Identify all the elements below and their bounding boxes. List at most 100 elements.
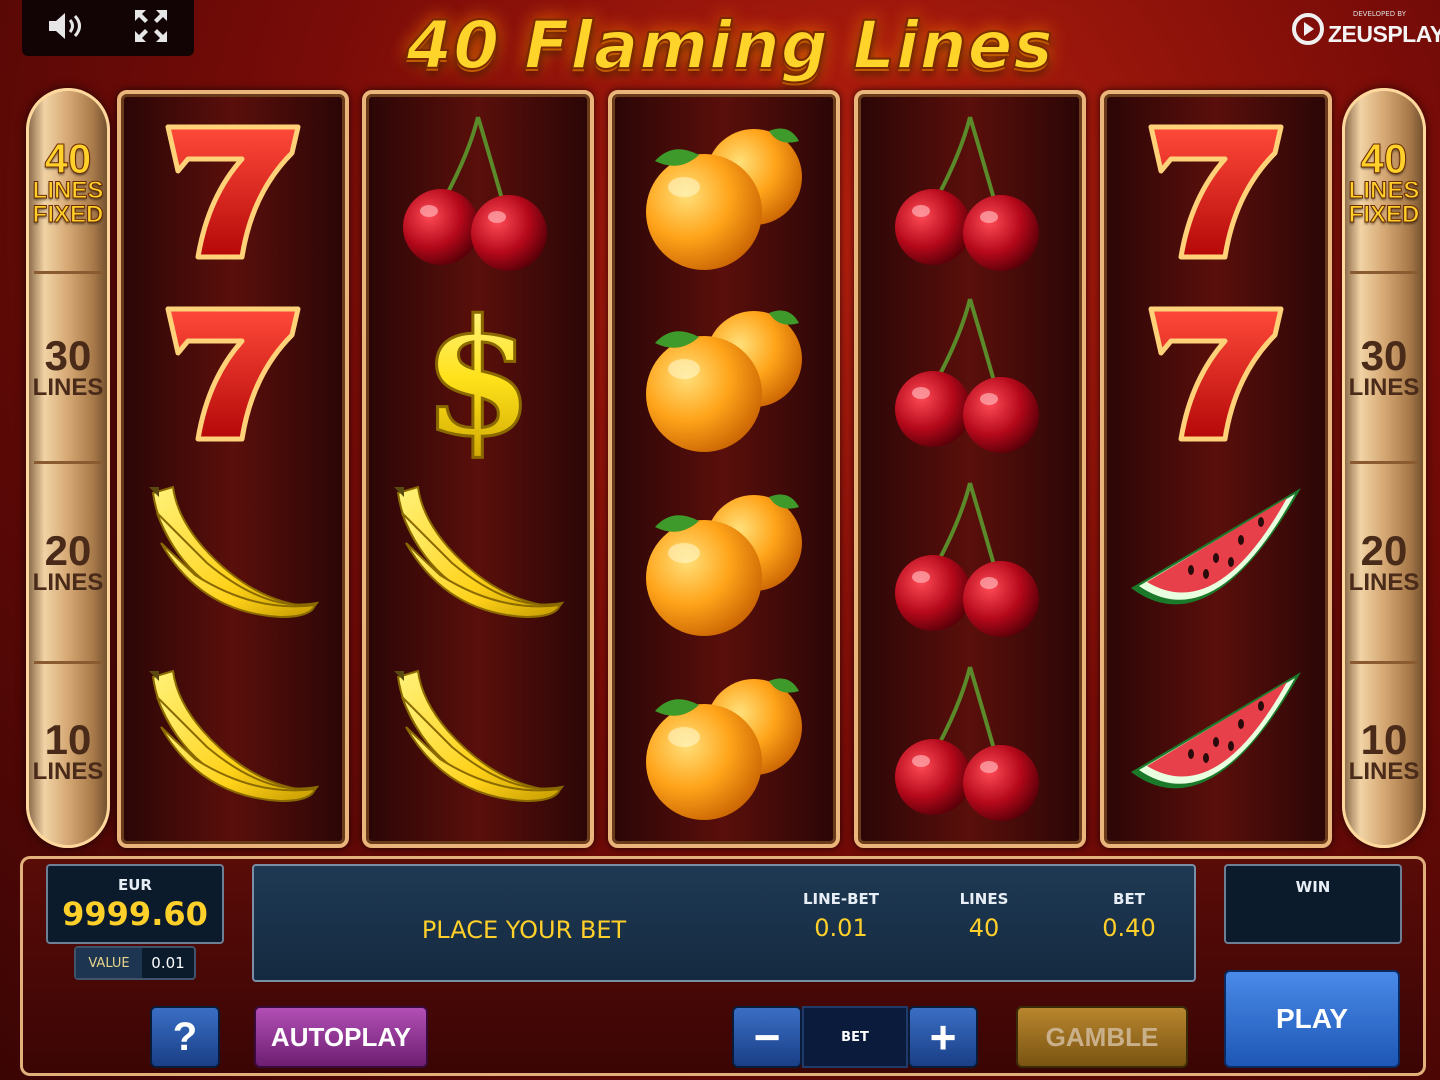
- lines-30-indicator: 30 LINES: [33, 274, 103, 464]
- cherry-icon: [885, 107, 1055, 281]
- balance-box: EUR 9999.60: [46, 864, 224, 944]
- lines-word: LINES: [1348, 176, 1420, 204]
- banana-icon: [143, 473, 323, 647]
- lines-number: 20: [44, 526, 92, 574]
- banana-icon: [143, 657, 323, 831]
- bet-value: 0.40: [1102, 914, 1156, 942]
- watermelon-symbol: [1104, 652, 1328, 836]
- cherry-symbol: [858, 468, 1082, 652]
- reel-1: [117, 90, 349, 848]
- cherry-icon: [393, 107, 563, 281]
- reel-2: $: [362, 90, 594, 848]
- fixed-word: FIXED: [1348, 200, 1420, 228]
- lines-number: 20: [1360, 526, 1408, 574]
- bet-stepper-label: BET: [802, 1006, 908, 1068]
- lines-40-indicator: 40 LINES FIXED: [1348, 94, 1420, 274]
- lines-30-indicator: 30 LINES: [1348, 274, 1420, 464]
- seven-symbol: [1104, 102, 1328, 286]
- lines-20-indicator: 20 LINES: [32, 464, 104, 664]
- lines-word: LINES: [32, 176, 104, 204]
- win-label: WIN: [1295, 878, 1331, 896]
- dollar-symbol: $: [366, 283, 590, 474]
- bet-increase-button[interactable]: +: [908, 1006, 978, 1068]
- seven-symbol: [121, 284, 345, 468]
- lines-word: LINES: [1348, 373, 1420, 401]
- lines-number: 40: [44, 134, 92, 182]
- lines-number: 10: [44, 716, 92, 763]
- fullscreen-icon: [133, 8, 169, 48]
- sound-button[interactable]: [22, 0, 108, 56]
- bet-label: BET: [1113, 890, 1145, 908]
- cherry-symbol: [858, 284, 1082, 468]
- lines-word: LINES: [1348, 758, 1420, 785]
- dollar-icon: $: [408, 283, 548, 474]
- fullscreen-button[interactable]: [108, 0, 194, 56]
- lines-40-indicator: 40 LINES FIXED: [32, 94, 104, 274]
- lines-word: LINES: [32, 758, 104, 785]
- seven-symbol: [1104, 284, 1328, 468]
- developer-caption: DEVELOPED BY: [1352, 10, 1406, 18]
- bet-decrease-button[interactable]: −: [732, 1006, 802, 1068]
- cherry-symbol: [858, 102, 1082, 286]
- orange-icon: [629, 289, 819, 463]
- orange-symbol: [612, 284, 836, 468]
- plus-icon: +: [929, 1011, 957, 1063]
- reel-4: [854, 90, 1086, 848]
- balance-amount: 9999.60: [62, 895, 208, 933]
- line-bet-label: LINE-BET: [802, 890, 880, 908]
- play-button[interactable]: PLAY: [1224, 970, 1400, 1068]
- cherry-symbol: [366, 102, 590, 286]
- lines-10-indicator: 10 LINES: [1348, 664, 1420, 840]
- autoplay-button[interactable]: AUTOPLAY: [254, 1006, 428, 1068]
- lines-indicator-left: 40 LINES FIXED 30 LINES 20 LINES 10 LINE…: [26, 88, 110, 848]
- lines-label: LINES: [959, 890, 1009, 908]
- help-button[interactable]: ?: [150, 1006, 220, 1068]
- seven-symbol: [121, 102, 345, 286]
- watermelon-symbol: [1104, 468, 1328, 652]
- cherry-icon: [885, 289, 1055, 463]
- svg-text:$: $: [422, 289, 533, 459]
- banana-icon: [388, 473, 568, 647]
- lines-indicator-right: 40 LINES FIXED 30 LINES 20 LINES 10 LINE…: [1342, 88, 1426, 848]
- zeusplay-logo-icon: [1292, 13, 1324, 49]
- lines-word: LINES: [1348, 568, 1420, 596]
- reel-5: [1100, 90, 1332, 848]
- lines-number: 30: [1360, 331, 1408, 379]
- orange-symbol: [612, 652, 836, 836]
- lines-10-indicator: 10 LINES: [32, 664, 104, 840]
- lines-number: 40: [1360, 134, 1408, 182]
- orange-symbol: [612, 468, 836, 652]
- banana-symbol: [366, 652, 590, 836]
- lines-word: LINES: [32, 568, 104, 596]
- gamble-button[interactable]: GAMBLE: [1016, 1006, 1188, 1068]
- seven-icon: [148, 289, 318, 463]
- banana-icon: [388, 657, 568, 831]
- banana-symbol: [366, 468, 590, 652]
- orange-symbol: [612, 102, 836, 286]
- orange-icon: [629, 107, 819, 281]
- game-title: 40 Flaming Lines: [405, 6, 1054, 85]
- seven-icon: [1131, 107, 1301, 281]
- watermelon-icon: [1121, 662, 1311, 826]
- banana-symbol: [121, 468, 345, 652]
- lines-20-indicator: 20 LINES: [1348, 464, 1420, 664]
- top-controls: [22, 0, 194, 56]
- watermelon-icon: [1121, 478, 1311, 642]
- help-icon: ?: [172, 1014, 198, 1059]
- seven-icon: [1131, 289, 1301, 463]
- fixed-word: FIXED: [32, 200, 104, 228]
- currency-label: EUR: [118, 876, 152, 894]
- cherry-symbol: [858, 652, 1082, 836]
- orange-icon: [629, 657, 819, 831]
- info-panel: PLACE YOUR BET LINE-BET 0.01 LINES 40 BE…: [252, 864, 1196, 982]
- orange-icon: [629, 473, 819, 647]
- developer-logo: DEVELOPED BY ZEUSPLAY: [1292, 10, 1440, 52]
- cherry-icon: [885, 657, 1055, 831]
- coin-value-box[interactable]: VALUE 0.01: [74, 946, 196, 980]
- minus-icon: −: [753, 1011, 781, 1063]
- lines-number: 10: [1360, 716, 1408, 763]
- seven-icon: [148, 107, 318, 281]
- speaker-icon: [45, 11, 85, 45]
- developer-name: ZEUSPLAY: [1328, 20, 1440, 47]
- status-message: PLACE YOUR BET: [421, 916, 627, 944]
